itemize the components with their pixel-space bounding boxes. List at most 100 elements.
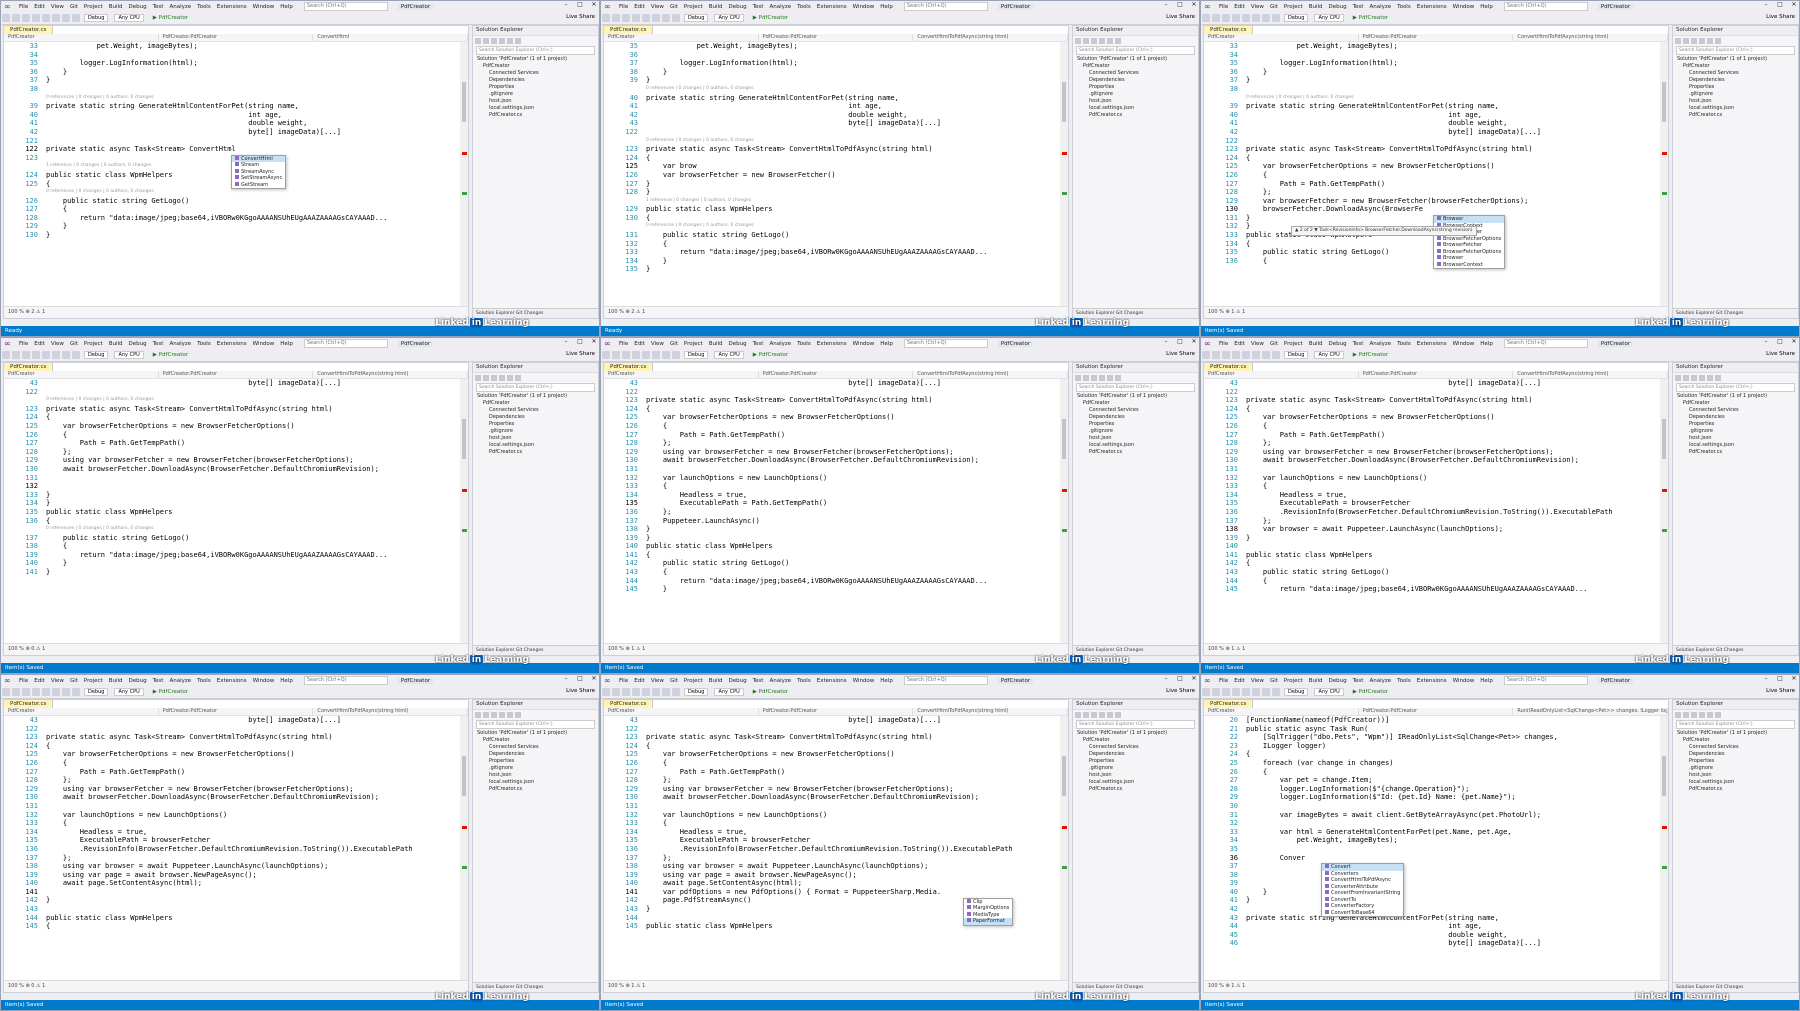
solution-tree-item[interactable]: Connected Services — [1073, 744, 1198, 751]
menu-help[interactable]: Help — [877, 678, 896, 684]
vertical-scrollbar[interactable] — [1060, 42, 1068, 306]
code-area[interactable]: 33 pet.Weight, imageBytes); 34 35 logger.L… — [1204, 42, 1660, 306]
live-share-button[interactable]: Live Share — [1166, 14, 1195, 20]
home-icon[interactable] — [475, 374, 481, 381]
configuration-dropdown[interactable]: Debug — [684, 351, 709, 359]
menu-analyze[interactable]: Analyze — [766, 4, 794, 10]
maximize-icon[interactable]: □ — [1773, 675, 1787, 682]
solution-tree-item[interactable]: PdfCreator.cs — [1673, 786, 1798, 793]
maximize-icon[interactable]: □ — [1173, 338, 1187, 345]
solution-search-input[interactable]: Search Solution Explorer (Ctrl+;) — [1076, 720, 1195, 729]
redo-icon[interactable] — [72, 351, 80, 359]
intellisense-popup[interactable]: ConvertHtml Stream StreamAsync SetStreamAsy… — [231, 154, 287, 190]
live-share-button[interactable]: Live Share — [1166, 688, 1195, 694]
solution-tree-item[interactable]: PdfCreator.cs — [1073, 449, 1198, 456]
solution-tree-item[interactable]: Properties — [473, 84, 598, 91]
undo-icon[interactable] — [662, 351, 670, 359]
close-icon[interactable]: ✕ — [1787, 675, 1799, 682]
search-input[interactable]: Search (Ctrl+Q) — [303, 339, 388, 348]
menu-test[interactable]: Test — [150, 341, 167, 347]
codelens-hint[interactable]: 0 references | 0 changes | 0 authors, 0 … — [4, 525, 460, 534]
scroll-thumb[interactable] — [1662, 419, 1666, 459]
code-area[interactable]: 35 pet.Weight, imageBytes); 36 37 logger.L… — [604, 42, 1060, 306]
menu-tools[interactable]: Tools — [1394, 678, 1414, 684]
menu-tools[interactable]: Tools — [794, 4, 814, 10]
search-input[interactable]: Search (Ctrl+Q) — [1503, 676, 1588, 685]
settings-icon[interactable] — [1115, 37, 1121, 44]
menu-project[interactable]: Project — [81, 4, 106, 10]
solution-tree-item[interactable]: Connected Services — [1673, 70, 1798, 77]
refresh-icon[interactable] — [1091, 374, 1097, 381]
solution-tree-item[interactable]: Solution 'PdfCreator' (1 of 1 project) — [1073, 56, 1198, 63]
home-icon[interactable] — [1075, 37, 1081, 44]
search-input[interactable]: Search (Ctrl+Q) — [903, 2, 988, 11]
undo-icon[interactable] — [62, 14, 70, 22]
sync-icon[interactable] — [1083, 374, 1089, 381]
menu-view[interactable]: View — [1248, 4, 1267, 10]
solution-tree-item[interactable]: host.json — [473, 772, 598, 779]
save-all-icon[interactable] — [52, 14, 60, 22]
open-icon[interactable] — [632, 351, 640, 359]
solution-search-input[interactable]: Search Solution Explorer (Ctrl+;) — [1076, 46, 1195, 55]
document-tab[interactable]: PdfCreator.cs — [604, 363, 654, 371]
menu-extensions[interactable]: Extensions — [814, 4, 850, 10]
menu-file[interactable]: File — [1216, 678, 1231, 684]
redo-icon[interactable] — [1272, 351, 1280, 359]
menu-view[interactable]: View — [648, 678, 667, 684]
menu-window[interactable]: Window — [250, 678, 278, 684]
solution-tree-item[interactable]: local.settings.json — [473, 442, 598, 449]
solution-tree-item[interactable]: host.json — [473, 435, 598, 442]
code-area[interactable]: 43 byte[] imageData)[...] 122 123 private s… — [4, 716, 460, 980]
settings-icon[interactable] — [1715, 37, 1721, 44]
menu-tools[interactable]: Tools — [194, 4, 214, 10]
start-debug-button[interactable]: ▶ PdfCreator — [753, 689, 788, 695]
menu-git[interactable]: Git — [67, 4, 81, 10]
menu-tools[interactable]: Tools — [1394, 341, 1414, 347]
solution-tree-item[interactable]: local.settings.json — [1073, 779, 1198, 786]
undo-icon[interactable] — [662, 14, 670, 22]
back-icon[interactable] — [2, 688, 10, 696]
code-editor[interactable]: PdfCreator.cs PdfCreator PdfCreator.PdfC… — [603, 362, 1069, 656]
maximize-icon[interactable]: □ — [1773, 1, 1787, 8]
menu-test[interactable]: Test — [150, 678, 167, 684]
vertical-scrollbar[interactable] — [460, 716, 468, 980]
codelens-hint[interactable]: 0 references | 0 changes | 0 authors, 0 … — [604, 137, 1060, 146]
undo-icon[interactable] — [662, 688, 670, 696]
vertical-scrollbar[interactable] — [460, 42, 468, 306]
redo-icon[interactable] — [672, 351, 680, 359]
menu-build[interactable]: Build — [706, 341, 726, 347]
save-icon[interactable] — [642, 688, 650, 696]
open-icon[interactable] — [1232, 14, 1240, 22]
menu-build[interactable]: Build — [1306, 4, 1326, 10]
properties-icon[interactable] — [1107, 374, 1113, 381]
menu-help[interactable]: Help — [1477, 4, 1496, 10]
solution-tree-item[interactable]: Connected Services — [1673, 407, 1798, 414]
platform-dropdown[interactable]: Any CPU — [114, 14, 144, 22]
solution-tree-item[interactable]: host.json — [1673, 435, 1798, 442]
minimize-icon[interactable]: – — [559, 338, 573, 345]
save-icon[interactable] — [1242, 351, 1250, 359]
solution-tree-item[interactable]: PdfCreator.cs — [1673, 112, 1798, 119]
intellisense-popup[interactable]: Clip MarginOptions MediaType PaperFormat — [963, 897, 1014, 926]
menu-tools[interactable]: Tools — [194, 678, 214, 684]
solution-tree-item[interactable]: local.settings.json — [1073, 442, 1198, 449]
type-dropdown[interactable]: PdfCreator.PdfCreator — [159, 34, 314, 41]
undo-icon[interactable] — [1262, 14, 1270, 22]
close-icon[interactable]: ✕ — [1187, 338, 1199, 345]
code-editor[interactable]: PdfCreator.cs PdfCreator PdfCreator.PdfC… — [1203, 25, 1669, 319]
menu-help[interactable]: Help — [877, 341, 896, 347]
solution-tree-item[interactable]: PdfCreator.cs — [473, 786, 598, 793]
menu-tools[interactable]: Tools — [194, 341, 214, 347]
solution-search-input[interactable]: Search Solution Explorer (Ctrl+;) — [1676, 46, 1795, 55]
solution-tree-item[interactable]: host.json — [1673, 772, 1798, 779]
new-item-icon[interactable] — [622, 14, 630, 22]
solution-search-input[interactable]: Search Solution Explorer (Ctrl+;) — [1676, 720, 1795, 729]
code-area[interactable]: 20 [FunctionName(nameof(PdfCreator))] 21 pu… — [1204, 716, 1660, 980]
collapse-icon[interactable] — [499, 37, 505, 44]
save-all-icon[interactable] — [652, 351, 660, 359]
solution-tree-item[interactable]: PdfCreator — [1073, 63, 1198, 70]
live-share-button[interactable]: Live Share — [566, 351, 595, 357]
menu-build[interactable]: Build — [106, 4, 126, 10]
collapse-icon[interactable] — [1099, 374, 1105, 381]
properties-icon[interactable] — [507, 374, 513, 381]
